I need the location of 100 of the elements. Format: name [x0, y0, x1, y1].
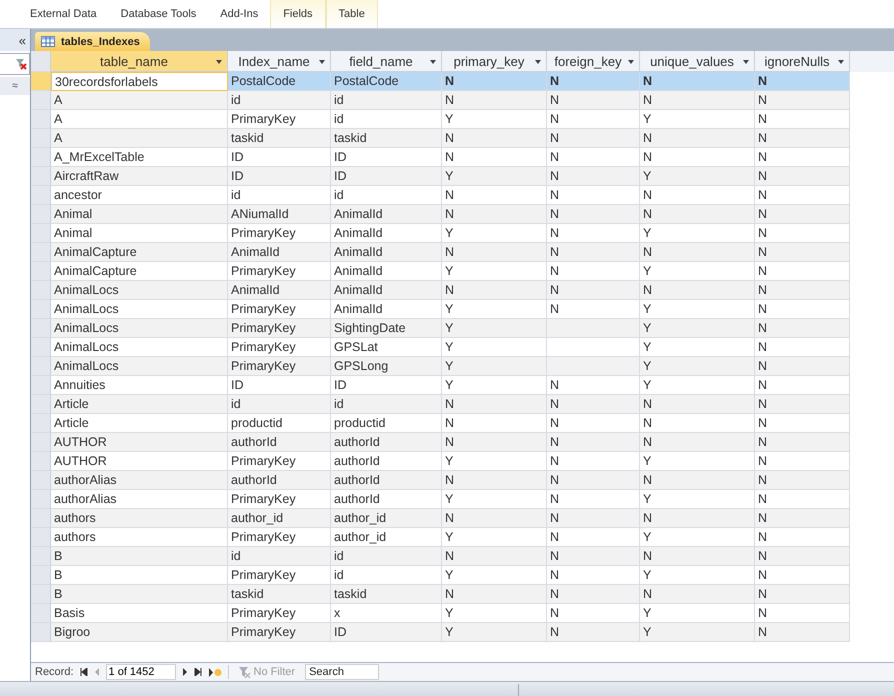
table-cell: AnimalId — [228, 281, 331, 300]
record-selector[interactable] — [31, 243, 51, 262]
table-cell: taskid — [331, 585, 442, 604]
record-selector[interactable] — [31, 129, 51, 148]
record-selector[interactable] — [31, 281, 51, 300]
new-record-icon[interactable] — [208, 668, 222, 676]
table-cell: PrimaryKey — [228, 300, 331, 319]
table-cell: GPSLong — [331, 357, 442, 376]
table-cell: id — [331, 110, 442, 129]
table-cell: N — [755, 433, 850, 452]
record-selector[interactable] — [31, 433, 51, 452]
table-cell: N — [547, 490, 640, 509]
table-cell: A_MrExcelTable — [51, 148, 228, 167]
dropdown-icon[interactable] — [838, 60, 844, 64]
table-cell: N — [755, 205, 850, 224]
ribbon-tab[interactable]: Database Tools — [108, 0, 208, 28]
table-cell: Y — [442, 338, 547, 357]
dropdown-icon[interactable] — [743, 60, 749, 64]
ribbon-tab[interactable]: External Data — [18, 0, 109, 28]
table-cell: N — [547, 72, 640, 91]
dropdown-icon[interactable] — [319, 60, 325, 64]
table-cell: PrimaryKey — [228, 528, 331, 547]
previous-record-icon[interactable] — [94, 668, 100, 676]
record-selector[interactable] — [31, 585, 51, 604]
document-tab[interactable]: tables_Indexes — [35, 32, 150, 51]
table-cell: N — [755, 566, 850, 585]
table-cell: AnimalId — [228, 243, 331, 262]
dropdown-icon[interactable] — [430, 60, 436, 64]
record-selector[interactable] — [31, 395, 51, 414]
last-record-icon[interactable] — [194, 668, 202, 676]
table-cell: N — [755, 300, 850, 319]
record-selector[interactable] — [31, 91, 51, 110]
record-selector[interactable] — [31, 338, 51, 357]
table-cell: N — [547, 281, 640, 300]
table-cell: id — [228, 91, 331, 110]
table-cell: PostalCode — [331, 72, 442, 91]
ribbon-tab[interactable]: Table — [326, 0, 378, 28]
table-cell: ID — [228, 148, 331, 167]
record-selector[interactable] — [31, 186, 51, 205]
record-selector[interactable] — [31, 167, 51, 186]
table-cell: Y — [640, 319, 755, 338]
record-selector[interactable] — [31, 205, 51, 224]
record-label: Record: — [35, 666, 74, 678]
table-cell: Animal — [51, 205, 228, 224]
table-cell: N — [640, 148, 755, 167]
table-cell: Y — [640, 110, 755, 129]
table-cell: Animal — [51, 224, 228, 243]
table-cell: N — [755, 604, 850, 623]
record-selector[interactable] — [31, 357, 51, 376]
table-cell: author_id — [228, 509, 331, 528]
table-cell: Bigroo — [51, 623, 228, 642]
search-field[interactable] — [0, 53, 30, 75]
table-cell: Y — [442, 167, 547, 186]
table-cell: Y — [640, 566, 755, 585]
record-selector[interactable] — [31, 547, 51, 566]
record-number-field[interactable]: 1 of 1452 — [106, 664, 176, 680]
record-selector[interactable] — [31, 623, 51, 642]
table-cell: N — [547, 300, 640, 319]
record-selector[interactable] — [31, 148, 51, 167]
table-cell: Y — [442, 452, 547, 471]
record-selector[interactable] — [31, 319, 51, 338]
record-selector[interactable] — [31, 414, 51, 433]
column-header[interactable]: table_name — [51, 51, 228, 72]
record-selector[interactable] — [31, 376, 51, 395]
table-cell: AnimalLocs — [51, 281, 228, 300]
table-cell: N — [442, 509, 547, 528]
record-selector[interactable] — [31, 528, 51, 547]
table-cell: Y — [442, 623, 547, 642]
table-cell: N — [547, 547, 640, 566]
next-record-icon[interactable] — [182, 668, 188, 676]
dropdown-icon[interactable] — [535, 60, 541, 64]
table-cell: id — [331, 566, 442, 585]
record-selector[interactable] — [31, 509, 51, 528]
ribbon-tab[interactable]: Add-Ins — [208, 0, 270, 28]
table-cell: PrimaryKey — [228, 623, 331, 642]
table-cell: N — [755, 376, 850, 395]
record-selector[interactable] — [31, 224, 51, 243]
record-selector[interactable] — [31, 452, 51, 471]
ribbon-tab[interactable]: Fields — [270, 0, 326, 28]
record-selector[interactable] — [31, 490, 51, 509]
table-cell: PrimaryKey — [228, 357, 331, 376]
record-selector[interactable] — [31, 262, 51, 281]
table-cell: PrimaryKey — [228, 262, 331, 281]
expand-group-button[interactable]: ≈ — [0, 77, 30, 95]
table-cell: N — [755, 91, 850, 110]
clear-filter-icon[interactable] — [15, 58, 27, 70]
table-cell: N — [547, 471, 640, 490]
first-record-icon[interactable] — [80, 668, 88, 676]
record-selector[interactable] — [31, 300, 51, 319]
record-selector[interactable] — [31, 471, 51, 490]
table-cell: N — [547, 623, 640, 642]
record-selector[interactable] — [31, 566, 51, 585]
record-selector[interactable] — [31, 604, 51, 623]
dropdown-icon[interactable] — [216, 60, 222, 64]
table-cell: N — [640, 471, 755, 490]
record-selector[interactable] — [31, 110, 51, 129]
dropdown-icon[interactable] — [628, 60, 634, 64]
search-field[interactable]: Search — [305, 664, 380, 680]
table-cell: AnimalCapture — [51, 243, 228, 262]
table-cell: N — [547, 205, 640, 224]
